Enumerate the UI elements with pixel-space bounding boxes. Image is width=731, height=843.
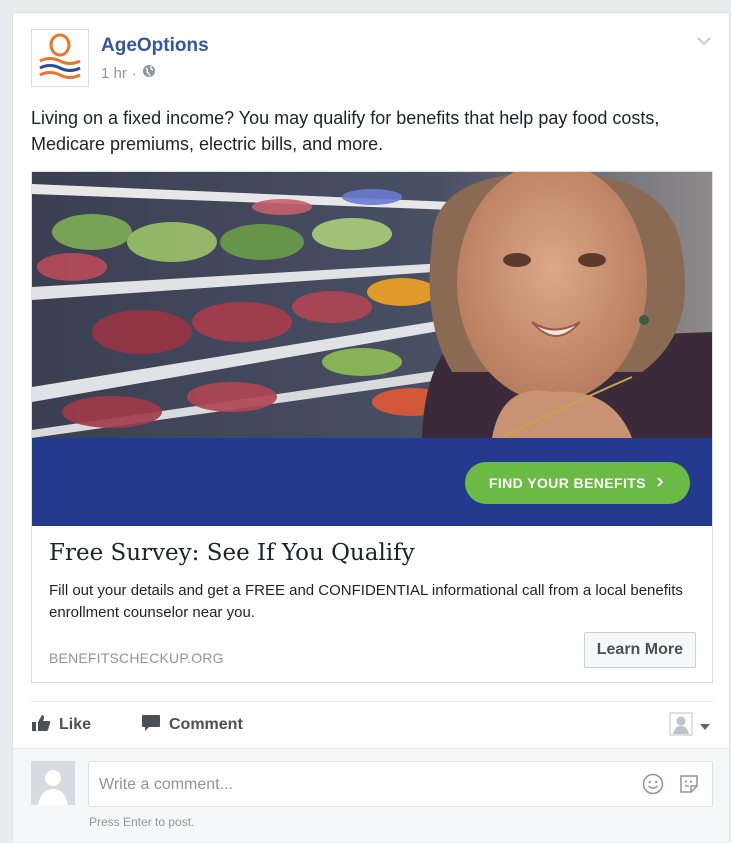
find-your-benefits-label: FIND YOUR BENEFITS bbox=[488, 475, 646, 491]
comment-input[interactable] bbox=[97, 762, 621, 808]
like-label: Like bbox=[59, 716, 92, 733]
globe-icon[interactable] bbox=[142, 64, 156, 82]
avatar bbox=[31, 761, 75, 805]
comment-icon bbox=[141, 714, 161, 737]
sticker-icon[interactable] bbox=[678, 773, 700, 800]
cta-banner: FIND YOUR BENEFITS bbox=[32, 438, 712, 526]
press-enter-hint: Press Enter to post. bbox=[89, 815, 195, 829]
ad-domain: BENEFITSCHECKUP.ORG bbox=[49, 650, 224, 666]
post-text: Living on a fixed income? You may qualif… bbox=[31, 108, 660, 154]
post-timestamp[interactable]: 1 hr bbox=[101, 65, 127, 82]
composer-icons bbox=[642, 773, 700, 800]
chevron-down-icon bbox=[699, 718, 711, 736]
meta-separator: · bbox=[131, 64, 137, 82]
audience-selector[interactable] bbox=[669, 712, 711, 741]
comment-button[interactable]: Comment bbox=[141, 711, 243, 739]
page-logo[interactable] bbox=[31, 29, 89, 87]
comment-label: Comment bbox=[169, 716, 243, 733]
find-your-benefits-button[interactable]: FIND YOUR BENEFITS bbox=[464, 462, 690, 504]
learn-more-button[interactable]: Learn More bbox=[583, 632, 696, 668]
action-divider bbox=[31, 701, 713, 702]
ad-description: Fill out your details and get a FREE and… bbox=[49, 582, 683, 621]
smiley-icon[interactable] bbox=[642, 773, 664, 800]
comment-composer: Press Enter to post. bbox=[13, 748, 729, 842]
chevron-down-icon[interactable] bbox=[693, 33, 715, 49]
page-name-link[interactable]: AgeOptions bbox=[101, 35, 209, 57]
sponsored-ad[interactable]: FIND YOUR BENEFITS Free Survey: See If Y… bbox=[31, 171, 713, 683]
ad-headline[interactable]: Free Survey: See If You Qualify bbox=[49, 540, 415, 566]
facebook-post-card: AgeOptions 1 hr · Living on a fixed inco… bbox=[12, 12, 730, 842]
post-meta: 1 hr · bbox=[101, 64, 156, 82]
chevron-right-icon bbox=[656, 475, 664, 491]
like-icon bbox=[31, 714, 51, 737]
ad-photo[interactable] bbox=[32, 172, 712, 439]
comment-field[interactable] bbox=[88, 761, 713, 808]
audience-icon bbox=[669, 712, 693, 741]
like-button[interactable]: Like bbox=[31, 711, 91, 739]
